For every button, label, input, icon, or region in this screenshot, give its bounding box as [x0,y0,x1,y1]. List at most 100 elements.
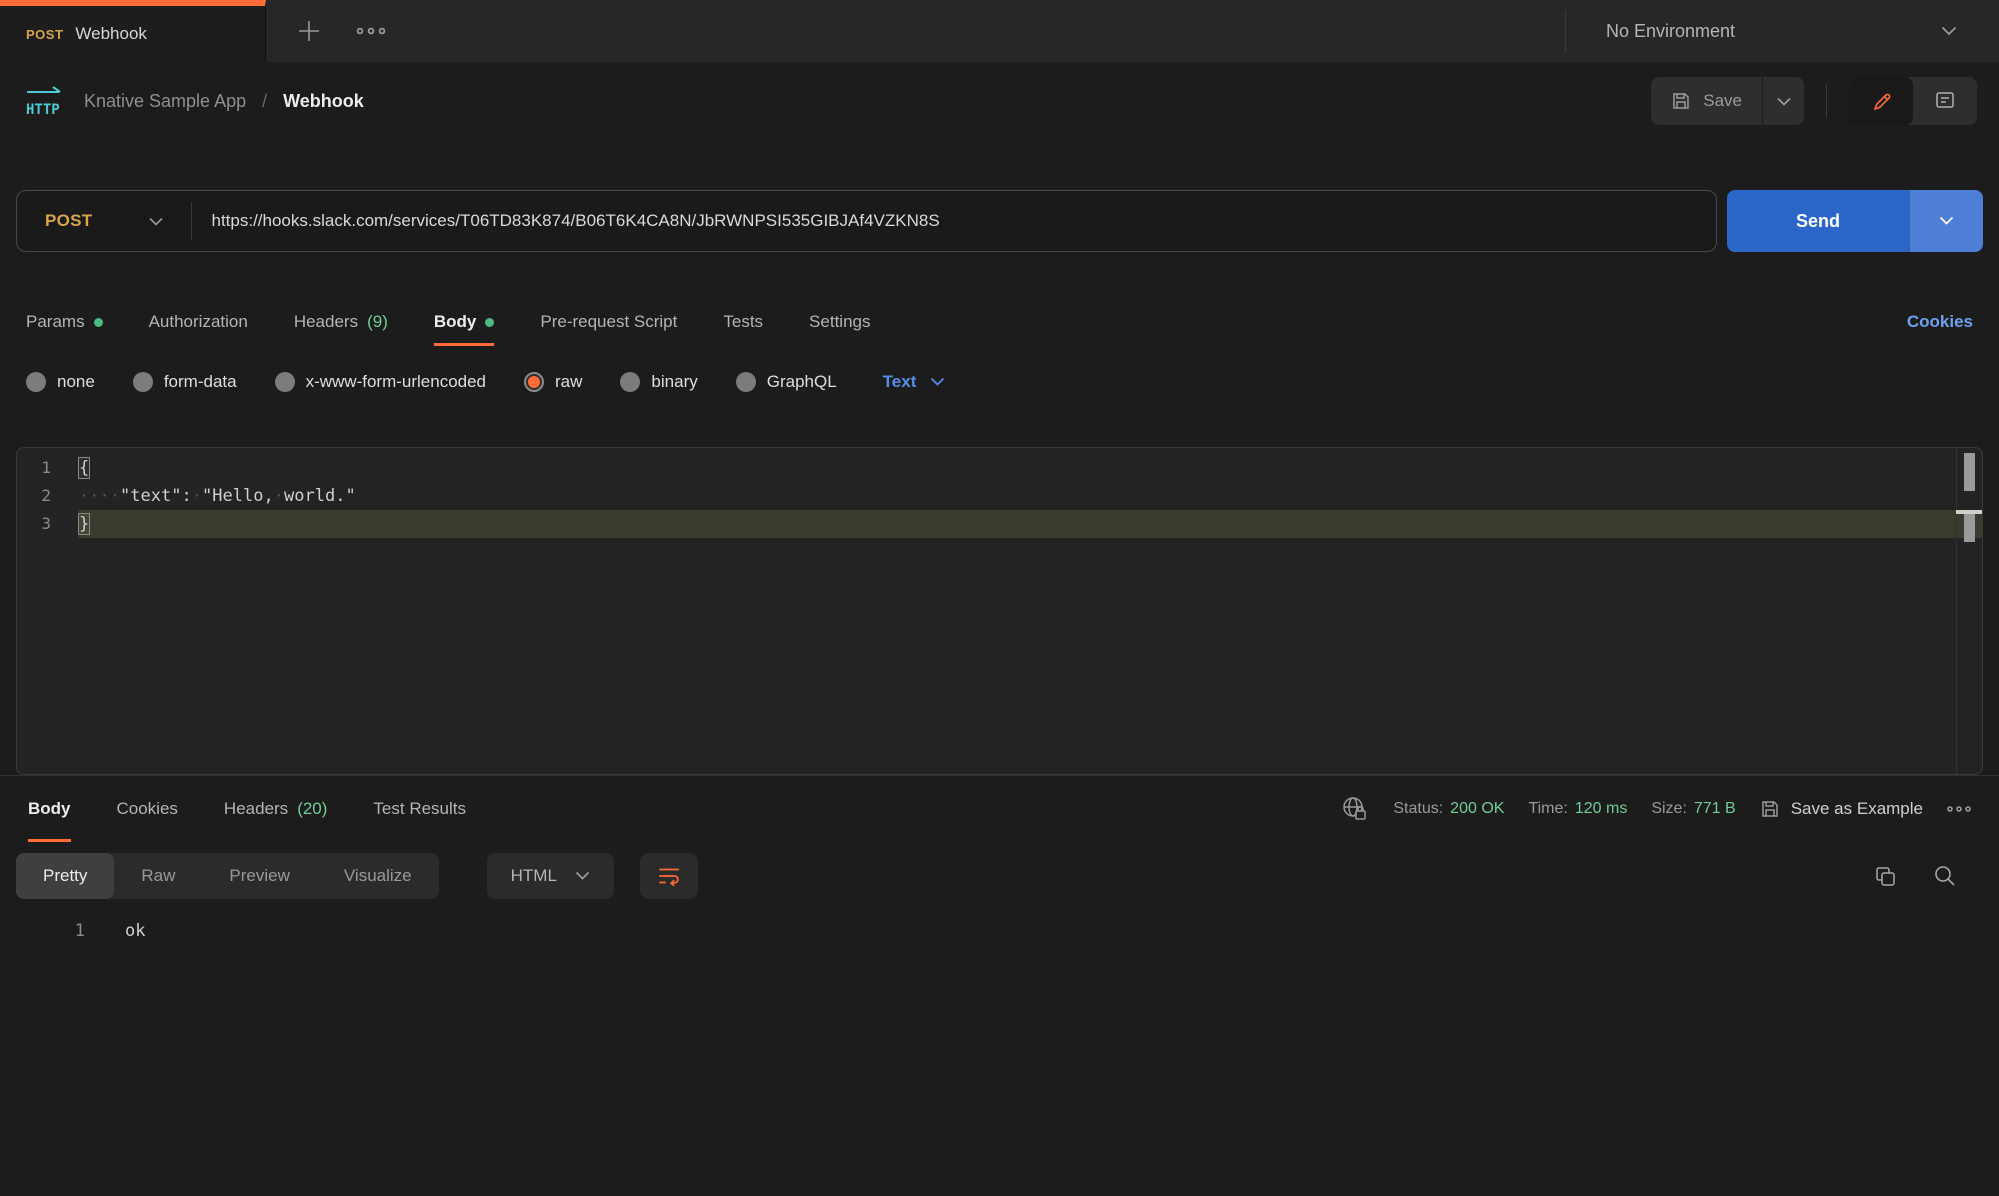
send-options-button[interactable] [1909,190,1983,252]
tab-bar: POST Webhook No Environment [0,0,1999,62]
response-headers-count: (20) [297,799,327,819]
editor-lines: 1{2····"text":·"Hello,·world."3} [17,454,1982,538]
response-status: Status: 200 OK [1393,800,1504,818]
breadcrumb-collection[interactable]: Knative Sample App [84,91,246,112]
radio-icon [133,372,153,392]
body-type-none[interactable]: none [26,372,95,392]
response-body[interactable]: 1 ok [0,914,1999,948]
editor-overview-ruler[interactable] [1956,448,1982,774]
body-type-raw[interactable]: raw [524,372,582,392]
save-as-example-button[interactable]: Save as Example [1760,799,1923,819]
body-type-x-www-form-urlencoded[interactable]: x-www-form-urlencoded [275,372,486,392]
send-button-group: Send [1727,190,1983,252]
option-label: GraphQL [767,372,837,392]
tab-options-button[interactable] [356,26,386,36]
editor-line[interactable]: 3} [17,510,1982,538]
body-type-binary[interactable]: binary [620,372,697,392]
more-icon [356,26,386,36]
url-bar: POST [16,190,1717,252]
size-label: Size: [1651,800,1687,818]
editor-line[interactable]: 2····"text":·"Hello,·world." [17,482,1982,510]
view-pretty[interactable]: Pretty [16,853,114,899]
option-label: binary [651,372,697,392]
response-format-selector[interactable]: HTML [487,853,614,899]
response-tab-cookies[interactable]: Cookies [117,776,178,842]
tab-label: Headers [224,799,288,819]
editor-code[interactable]: { [79,454,1982,482]
option-label: x-www-form-urlencoded [306,372,486,392]
chevron-down-icon [1941,26,1957,36]
url-input[interactable] [192,211,1717,231]
save-button[interactable]: Save [1651,77,1762,125]
request-body-editor[interactable]: 1{2····"text":·"Hello,·world."3} [16,447,1983,775]
breadcrumb: HTTP Knative Sample App / Webhook [22,84,364,118]
radio-icon [736,372,756,392]
search-response-button[interactable] [1923,854,1967,898]
editor-line-number: 1 [17,454,79,482]
response-tab-headers[interactable]: Headers (20) [224,776,328,842]
tab-params[interactable]: Params [26,298,103,346]
view-visualize[interactable]: Visualize [317,853,439,899]
body-type-form-data[interactable]: form-data [133,372,237,392]
tab-label: Params [26,312,85,332]
save-button-group: Save [1651,77,1804,125]
tab-label: Authorization [149,312,248,332]
new-tab-button[interactable] [296,18,322,44]
view-preview[interactable]: Preview [202,853,316,899]
request-tab[interactable]: POST Webhook [0,0,266,62]
tab-authorization[interactable]: Authorization [149,298,248,346]
chevron-down-icon [930,377,945,387]
tab-pre-request-script[interactable]: Pre-request Script [540,298,677,346]
headers-count: (9) [367,312,388,332]
editor-line[interactable]: 1{ [17,454,1982,482]
response-tab-test-results[interactable]: Test Results [373,776,466,842]
editor-scrollbar-thumb[interactable] [1964,453,1975,491]
search-icon [1933,864,1957,888]
chevron-down-icon [1939,216,1954,226]
tab-body[interactable]: Body [434,298,495,346]
raw-format-selector[interactable]: Text [883,372,946,392]
response-toolbar: Pretty Raw Preview Visualize HTML [0,852,1999,900]
save-icon [1760,799,1780,819]
copy-response-button[interactable] [1863,854,1907,898]
editor-code[interactable]: ····"text":·"Hello,·world." [79,482,1982,510]
option-label: form-data [164,372,237,392]
option-label: raw [555,372,582,392]
format-label: Text [883,372,917,392]
breadcrumb-request-name[interactable]: Webhook [283,91,364,112]
view-raw[interactable]: Raw [114,853,202,899]
tab-title: Webhook [75,24,147,44]
response-options-button[interactable] [1947,805,1971,813]
tab-bar-spacer [386,0,1565,62]
cookies-link[interactable]: Cookies [1907,312,1973,332]
edit-request-button[interactable] [1849,77,1913,125]
status-value: 200 OK [1450,800,1504,818]
response-body-text: ok [125,914,145,948]
tab-settings[interactable]: Settings [809,298,870,346]
body-type-graphql[interactable]: GraphQL [736,372,837,392]
chevron-down-icon [575,871,590,881]
chevron-down-icon [1777,97,1791,106]
save-options-button[interactable] [1762,77,1804,125]
method-label: POST [45,211,93,231]
method-selector[interactable]: POST [17,191,191,251]
network-info-button[interactable] [1341,795,1369,823]
request-url-row: POST Send [0,190,1999,252]
editor-code[interactable]: } [79,510,1982,538]
send-button[interactable]: Send [1727,190,1909,252]
response-tab-body[interactable]: Body [28,776,71,842]
tab-method-badge: POST [26,27,63,42]
response-line-number: 1 [0,914,85,948]
comment-button[interactable] [1913,77,1977,125]
tab-bar-actions [266,0,386,62]
wrap-text-icon [656,863,682,889]
option-label: none [57,372,95,392]
tab-tests[interactable]: Tests [723,298,763,346]
save-icon [1671,91,1691,111]
tab-label: Cookies [117,799,178,819]
environment-selector[interactable]: No Environment [1566,0,1999,62]
wrap-lines-button[interactable] [640,853,698,899]
tab-headers[interactable]: Headers (9) [294,298,388,346]
body-status-dot [485,318,494,327]
time-value: 120 ms [1575,800,1627,818]
